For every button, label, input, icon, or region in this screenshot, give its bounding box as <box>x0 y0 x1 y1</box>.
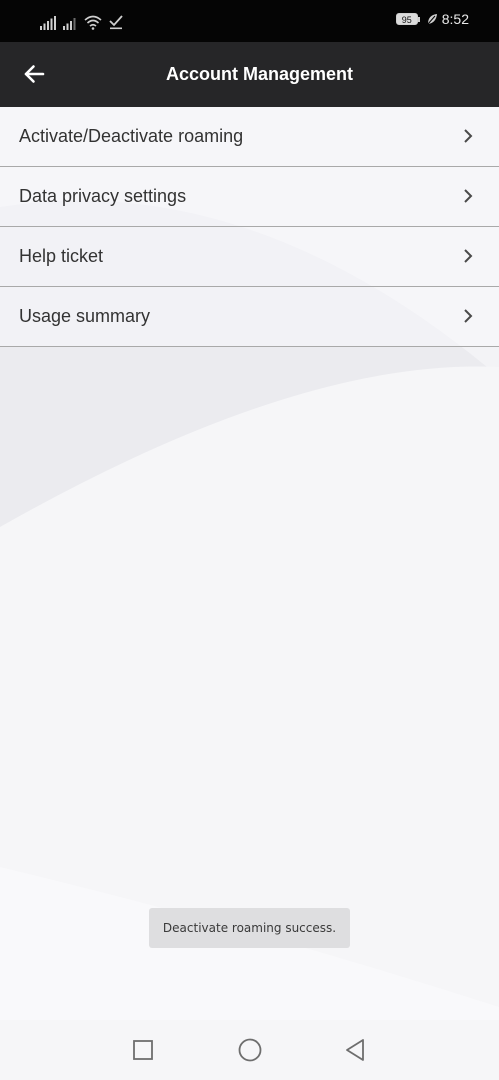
back-button[interactable] <box>12 52 56 96</box>
circle-icon <box>238 1038 262 1062</box>
menu-item-label: Activate/Deactivate roaming <box>19 126 244 146</box>
menu-item-help-ticket[interactable]: Help ticket <box>0 227 499 287</box>
menu-item-data-privacy[interactable]: Data privacy settings <box>0 167 499 227</box>
home-button[interactable] <box>236 1036 264 1064</box>
menu-item-roaming[interactable]: Activate/Deactivate roaming <box>0 107 499 167</box>
menu-list: Activate/Deactivate roaming Data privacy… <box>0 107 499 347</box>
leaf-icon <box>427 14 437 25</box>
toast-message: Deactivate roaming success. <box>149 908 350 948</box>
signal-icon <box>40 16 56 30</box>
signal-icon <box>63 18 76 30</box>
page-title: Account Management <box>165 64 354 84</box>
square-icon <box>133 1040 153 1060</box>
status-icons-right: 95 8:52 <box>395 11 469 27</box>
battery-icon: 95 <box>395 13 420 25</box>
chevron-right-icon <box>464 129 473 143</box>
system-nav-bar <box>0 1020 499 1080</box>
system-back-button[interactable] <box>341 1036 369 1064</box>
app-bar: Account Management <box>0 42 499 107</box>
menu-item-usage-summary[interactable]: Usage summary <box>0 287 499 347</box>
chevron-right-icon <box>464 309 473 323</box>
menu-item-label: Help ticket <box>19 246 104 266</box>
menu-item-label: Usage summary <box>19 306 151 326</box>
recent-apps-button[interactable] <box>129 1036 157 1064</box>
check-icon <box>109 15 123 30</box>
menu-item-label: Data privacy settings <box>19 186 187 206</box>
status-icons-left <box>40 12 123 30</box>
chevron-right-icon <box>464 189 473 203</box>
triangle-back-icon <box>346 1039 364 1061</box>
chevron-right-icon <box>464 249 473 263</box>
arrow-left-icon <box>24 65 45 83</box>
status-bar: 95 8:52 <box>0 0 499 42</box>
wifi-icon <box>84 15 102 30</box>
status-time: 8:52 <box>441 11 469 27</box>
